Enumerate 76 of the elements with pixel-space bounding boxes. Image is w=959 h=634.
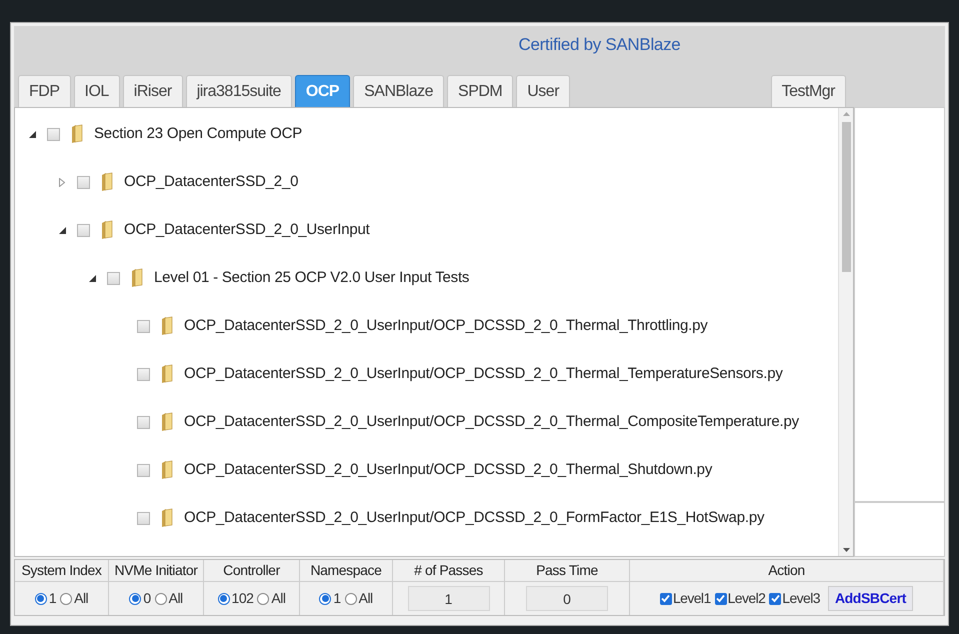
scrollbar-thumb[interactable] [842,122,850,272]
tree-item-label[interactable]: OCP_DatacenterSSD_2_0_UserInput/OCP_DCSSD_2_0_Thermal_Throttling.py [184,314,708,338]
tab[interactable]: IOL [74,75,120,107]
checkbox[interactable] [107,272,120,284]
header-title: Certified by SANBlaze [518,34,680,56]
scrollbar[interactable] [838,108,853,556]
checkbox[interactable] [137,368,150,380]
radio-label: All [74,589,88,608]
radio-label: All [358,589,373,608]
column-header: Controller [223,561,280,580]
scroll-up-icon[interactable] [842,112,850,116]
checkbox-label: Level3 [782,589,820,608]
column-header: Action [768,561,805,580]
checkbox[interactable] [660,592,672,604]
number-field[interactable]: 1 [408,586,490,611]
radio-button[interactable] [344,592,357,604]
folder-icon [130,268,144,288]
checkbox[interactable] [137,320,150,332]
tab[interactable]: iRiser [122,75,183,107]
radio-button[interactable] [129,592,142,604]
radio-button[interactable] [319,592,332,604]
folder-icon [70,124,84,144]
column-header: Pass Time [536,561,598,580]
tree-item-label[interactable]: OCP_DatacenterSSD_2_0_UserInput/OCP_DCSSD_2_0_Thermal_Shutdown.py [184,458,712,482]
folder-icon [160,508,174,528]
tree-item-label[interactable]: OCP_DatacenterSSD_2_0_UserInput/OCP_DCSSD_2_0_Thermal_TemperatureSensors.py [184,362,783,386]
expanded-arrow-icon[interactable] [88,274,96,282]
checkbox[interactable] [137,464,150,476]
expanded-arrow-icon[interactable] [58,226,66,234]
tab[interactable]: FDP [18,75,70,107]
radio-label: 1 [48,589,56,608]
tree-item-label[interactable]: Level 01 - Section 25 OCP V2.0 User Input Tests [154,266,470,290]
tree-item-label[interactable]: OCP_DatacenterSSD_2_0_UserInput [124,218,370,242]
checkbox[interactable] [137,416,150,428]
folder-icon [160,364,174,384]
tab[interactable]: User [516,75,570,107]
folder-icon [100,220,114,240]
radio-button[interactable] [34,592,47,604]
collapsed-arrow-icon[interactable] [59,178,65,186]
tab[interactable]: SANBlaze [353,75,444,107]
radio-label: All [168,589,183,608]
tab[interactable]: jira3815suite [186,75,292,107]
tree-item-label[interactable]: OCP_DatacenterSSD_2_0_UserInput/OCP_DCSSD_2_0_Thermal_CompositeTemperature.py [184,410,799,434]
folder-icon [160,460,174,480]
radio-label: 0 [143,589,151,608]
folder-icon [160,316,174,336]
tree-item-label[interactable]: Section 23 Open Compute OCP [94,122,302,146]
column-header: # of Passes [414,561,483,580]
radio-label: 1 [333,589,341,608]
scroll-down-icon[interactable] [842,548,850,552]
column-header: Namespace [310,561,382,580]
checkbox-label: Level2 [728,589,766,608]
add-cert-button[interactable]: AddSBCert [828,586,914,611]
radio-button[interactable] [60,592,72,604]
checkbox[interactable] [77,176,90,188]
tree-item-label[interactable]: OCP_DatacenterSSD_2_0 [124,170,298,194]
checkbox[interactable] [77,224,90,236]
checkbox[interactable] [714,592,727,604]
radio-button[interactable] [154,592,167,604]
expanded-arrow-icon[interactable] [28,130,36,138]
radio-button[interactable] [257,592,270,604]
tab[interactable]: TestMgr [770,75,846,107]
folder-icon [160,412,174,432]
folder-icon [100,172,114,192]
tab[interactable]: SPDM [447,75,514,107]
radio-button[interactable] [218,592,230,604]
checkbox[interactable] [137,512,150,524]
column-header: System Index [21,561,102,580]
tree-item-label[interactable]: OCP_DatacenterSSD_2_0_UserInput/OCP_DCSSD_2_0_FormFactor_E1S_HotSwap.py [184,506,764,530]
checkbox-label: Level1 [672,589,711,608]
checkbox[interactable] [47,128,60,140]
checkbox[interactable] [769,592,782,604]
column-header: NVMe Initiator [114,561,198,580]
radio-label: All [271,589,286,608]
radio-label: 102 [232,589,254,608]
number-field[interactable]: 0 [526,586,608,611]
